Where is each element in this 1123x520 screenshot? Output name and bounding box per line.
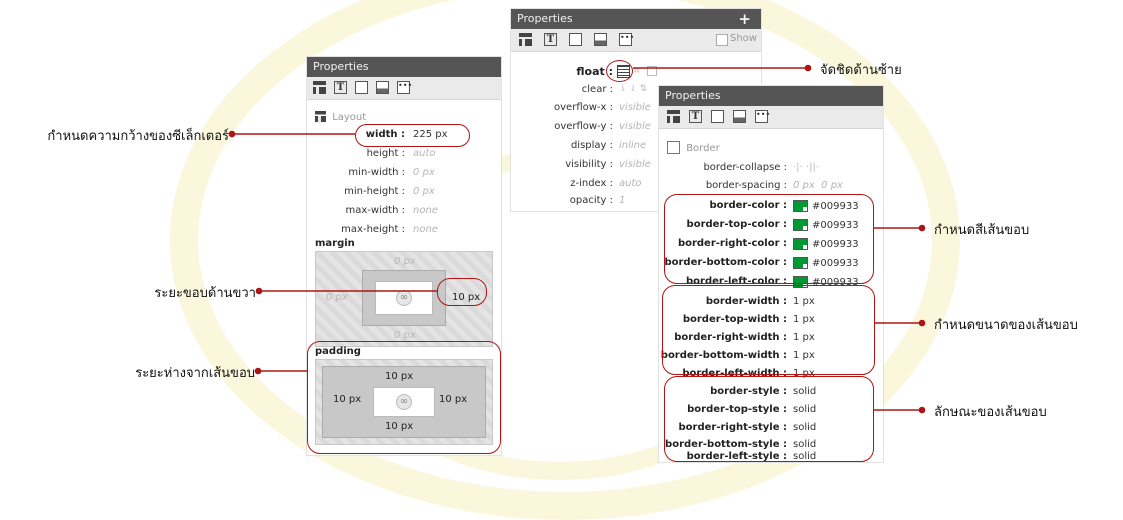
float-none-icon[interactable] <box>647 66 657 76</box>
border-width-highlight <box>662 285 875 375</box>
margin-right-highlight <box>437 278 487 306</box>
layout-section-label: Layout <box>332 112 367 123</box>
layout-section-header: Layout <box>315 109 367 124</box>
more-tab-icon[interactable]: ••• <box>397 81 412 94</box>
panel-title: Properties <box>659 86 883 106</box>
margin-label: margin <box>315 238 355 249</box>
panel-title-text: Properties <box>517 12 573 25</box>
panel-tabs: T ••• <box>307 77 501 100</box>
callout-float-left: จัดชิดด้านซ้าย <box>820 63 902 78</box>
box-tab-icon[interactable] <box>711 110 724 123</box>
max-width-label: max-width : <box>345 205 405 216</box>
border-collapse-label: border-collapse : <box>703 162 787 173</box>
show-label: Show <box>730 33 757 44</box>
border-spacing-value[interactable]: 0 px 0 px <box>793 180 843 191</box>
max-height-label: max-height : <box>341 224 405 235</box>
box-tab-icon[interactable] <box>355 81 368 94</box>
layout-tab-icon[interactable] <box>313 81 326 94</box>
background-tab-icon[interactable] <box>594 33 607 46</box>
z-index-label: z-index : <box>570 178 613 189</box>
width-highlight <box>355 124 470 147</box>
border-section-icon <box>667 141 680 154</box>
margin-core-box: ∞ <box>375 281 433 315</box>
background-tab-icon[interactable] <box>376 81 389 94</box>
min-height-label: min-height : <box>344 186 405 197</box>
border-section-header: Border <box>667 141 720 154</box>
panel-title: Properties + <box>511 9 761 29</box>
callout-border-width: กำหนดขนาดของเส้นขอบ <box>934 318 1078 333</box>
layout-tab-icon[interactable] <box>667 110 680 123</box>
opacity-label: opacity : <box>569 195 613 206</box>
visibility-value[interactable]: visible <box>619 159 651 170</box>
text-tab-icon[interactable]: T <box>689 110 702 123</box>
opacity-value[interactable]: 1 <box>619 195 625 206</box>
clear-label: clear : <box>581 84 613 95</box>
min-width-value[interactable]: 0 px <box>413 167 435 178</box>
more-tab-icon[interactable]: ••• <box>755 110 770 123</box>
display-label: display : <box>570 140 613 151</box>
overflow-y-label: overflow-y : <box>554 121 613 132</box>
float-highlight <box>606 60 633 82</box>
display-value[interactable]: inline <box>619 140 646 151</box>
text-tab-icon[interactable]: T <box>334 81 347 94</box>
panel-tabs: T ••• <box>659 106 883 129</box>
clear-icons[interactable]: ⇂ ⇃ ⇅ <box>619 84 647 94</box>
padding-highlight <box>307 341 501 454</box>
min-width-label: min-width : <box>348 167 405 178</box>
overflow-y-value[interactable]: visible <box>619 121 651 132</box>
border-style-highlight <box>664 376 874 462</box>
add-icon[interactable]: + <box>738 9 751 29</box>
border-spacing-label: border-spacing : <box>705 180 787 191</box>
callout-padding: ระยะห่างจากเส้นขอบ <box>135 366 255 381</box>
box-tab-icon[interactable] <box>569 33 582 46</box>
z-index-value[interactable]: auto <box>619 178 642 189</box>
text-tab-icon[interactable]: T <box>544 33 557 46</box>
float-right-icon[interactable]: ≡ <box>633 66 641 76</box>
more-tab-icon[interactable]: ••• <box>619 33 634 46</box>
margin-inner-box: ∞ <box>362 270 446 326</box>
callout-width: กำหนดความกว้างของซีเล็กเตอร์ <box>47 129 229 144</box>
max-height-value[interactable]: none <box>413 224 438 235</box>
overflow-x-label: overflow-x : <box>554 102 613 113</box>
border-color-highlight <box>664 194 874 284</box>
margin-top-value[interactable]: 0 px <box>394 256 416 267</box>
panel-title: Properties <box>307 57 501 77</box>
layout-section-icon <box>315 111 326 124</box>
height-value[interactable]: auto <box>413 148 436 159</box>
margin-left-value[interactable]: 0 px <box>326 292 348 303</box>
min-height-value[interactable]: 0 px <box>413 186 435 197</box>
margin-bottom-value[interactable]: 0 px <box>394 330 416 341</box>
link-icon[interactable]: ∞ <box>396 290 412 306</box>
height-label: height : <box>366 148 405 159</box>
panel-tabs: T ••• Show <box>511 29 761 52</box>
overflow-x-value[interactable]: visible <box>619 102 651 113</box>
background-tab-icon[interactable] <box>733 110 746 123</box>
border-collapse-icons[interactable]: ·|· ·||· <box>793 162 819 173</box>
border-section-label: Border <box>686 142 720 154</box>
max-width-value[interactable]: none <box>413 205 438 216</box>
callout-border-color: กำหนดสีเส้นขอบ <box>934 223 1030 238</box>
layout-tab-icon[interactable] <box>519 33 532 46</box>
show-checkbox[interactable] <box>716 34 728 46</box>
callout-border-style: ลักษณะของเส้นขอบ <box>934 405 1047 420</box>
visibility-label: visibility : <box>565 159 613 170</box>
callout-margin-right: ระยะขอบด้านขวา <box>154 286 256 301</box>
